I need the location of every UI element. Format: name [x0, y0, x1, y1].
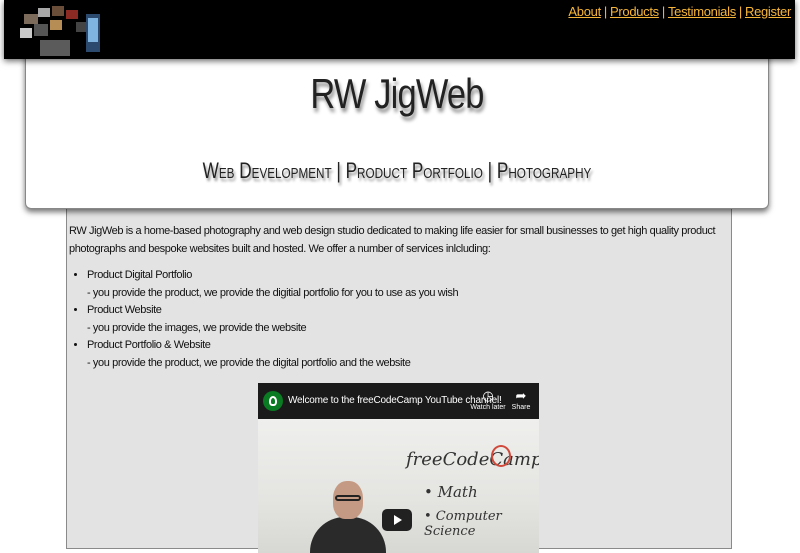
service-description: - you provide the product, we provide th… [87, 356, 411, 369]
nav-separator: | [661, 4, 665, 19]
top-navigation-bar: About | Products | Testimonials | Register [4, 0, 795, 59]
page-title: RW JigWeb [310, 70, 484, 117]
share-icon: ➦ [515, 388, 527, 403]
video-header-bar: Welcome to the freeCodeCamp YouTube chan… [258, 383, 539, 419]
list-item: Product Digital Portfolio - you provide … [87, 267, 731, 302]
watch-later-button[interactable]: ◷ Watch later [470, 388, 506, 411]
main-nav: About | Products | Testimonials | Register [568, 4, 791, 19]
channel-avatar-icon[interactable] [263, 391, 283, 411]
service-name: Product Portfolio & Website [87, 339, 211, 351]
service-name: Product Website [87, 304, 162, 316]
share-label: Share [511, 404, 531, 411]
embedded-video-player[interactable]: Welcome to the freeCodeCamp YouTube chan… [258, 383, 539, 553]
list-item: Product Portfolio & Website - you provid… [87, 337, 731, 372]
clock-icon: ◷ [482, 388, 494, 403]
presenter-image [310, 481, 386, 553]
service-name: Product Digital Portfolio [87, 269, 192, 281]
site-logo[interactable] [16, 4, 106, 58]
nav-link-products[interactable]: Products [610, 4, 659, 19]
list-item: Product Website - you provide the images… [87, 302, 731, 337]
whiteboard-item: • Computer Science [424, 509, 502, 539]
presenter-glasses [335, 495, 361, 501]
share-button[interactable]: ➦ Share [503, 388, 539, 411]
presenter-shirt [310, 517, 386, 553]
intro-text: RW JigWeb is a home-based photography an… [69, 225, 716, 255]
nav-separator: | [738, 4, 742, 19]
page-subtitle: Web Development | Product Portfolio | Ph… [202, 158, 592, 183]
services-list: Product Digital Portfolio - you provide … [67, 267, 731, 372]
play-button-icon[interactable] [382, 509, 412, 531]
service-description: - you provide the product, we provide th… [87, 286, 459, 299]
nav-link-register[interactable]: Register [745, 4, 791, 19]
service-description: - you provide the images, we provide the… [87, 321, 307, 334]
nav-link-testimonials[interactable]: Testimonials [668, 4, 736, 19]
nav-link-about[interactable]: About [568, 4, 601, 19]
fire-logo-icon [491, 445, 511, 467]
whiteboard-item: • Math [424, 483, 478, 501]
main-content: RW JigWeb is a home-based photography an… [66, 208, 732, 553]
whiteboard-title: freeCodeCamp [406, 449, 539, 470]
hero-header: RW JigWeb Web Development | Product Port… [25, 40, 769, 209]
watch-later-label: Watch later [470, 404, 506, 411]
nav-separator: | [603, 4, 607, 19]
